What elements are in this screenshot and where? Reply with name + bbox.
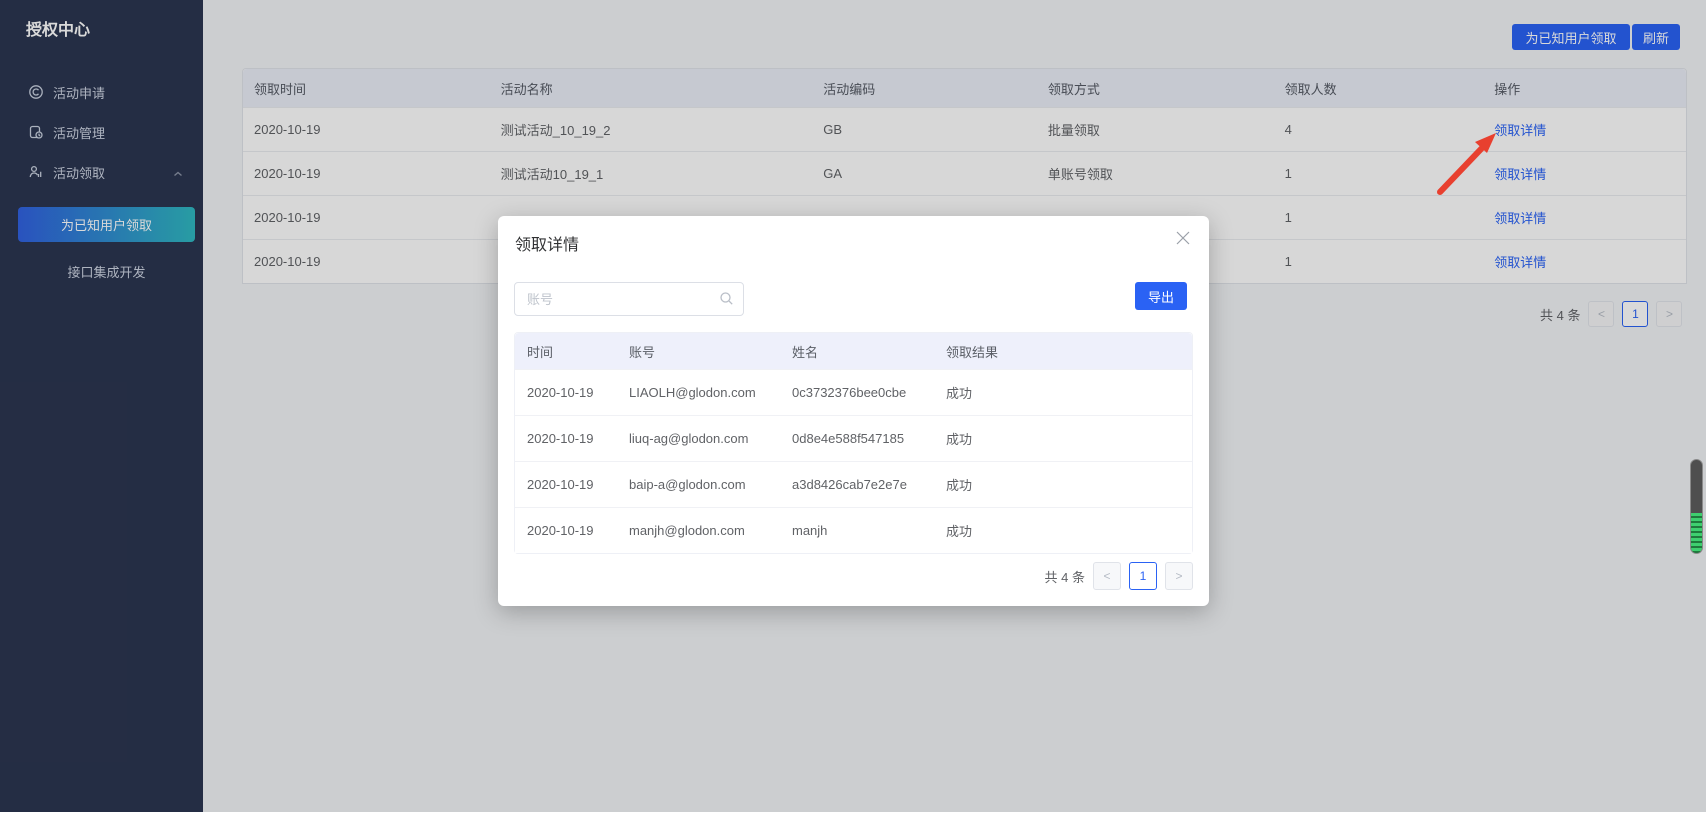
detail-table-header: 时间 账号 姓名 领取结果 [515, 333, 1192, 369]
cell-name: 0c3732376bee0cbe [780, 385, 934, 400]
cell-time: 2020-10-19 [515, 523, 617, 538]
claim-detail-table: 时间 账号 姓名 领取结果 2020-10-19 LIAOLH@glodon.c… [514, 332, 1193, 554]
column-header-account: 账号 [617, 342, 780, 361]
cell-name: manjh [780, 523, 934, 538]
modal-pagination: 共 4 条 < 1 > [1045, 562, 1193, 590]
table-row: 2020-10-19 liuq-ag@glodon.com 0d8e4e588f… [515, 415, 1192, 461]
cell-name: a3d8426cab7e2e7e [780, 477, 934, 492]
page-bottom-strip [0, 812, 1706, 825]
scrollbar-thumb[interactable] [1690, 459, 1703, 554]
claim-detail-modal: 领取详情 导出 时间 账号 姓名 领取结果 2020-10-19 LIAOLH@… [498, 216, 1209, 606]
column-header-result: 领取结果 [934, 342, 1192, 361]
search-icon [719, 291, 734, 311]
cell-time: 2020-10-19 [515, 477, 617, 492]
column-header-time: 时间 [515, 342, 617, 361]
next-page-button[interactable]: > [1165, 562, 1193, 590]
modal-title: 领取详情 [515, 231, 579, 255]
cell-account: LIAOLH@glodon.com [617, 385, 780, 400]
app-window: 授权中心 活动申请 活动管理 活动领取 [0, 0, 1706, 812]
page-number-button[interactable]: 1 [1129, 562, 1157, 590]
export-button[interactable]: 导出 [1135, 282, 1187, 310]
account-search-field [514, 282, 744, 316]
search-input[interactable] [514, 282, 744, 316]
cell-result: 成功 [934, 383, 1192, 402]
total-count-label: 共 4 条 [1045, 567, 1085, 586]
close-icon[interactable] [1171, 226, 1195, 250]
table-row: 2020-10-19 baip-a@glodon.com a3d8426cab7… [515, 461, 1192, 507]
prev-page-button[interactable]: < [1093, 562, 1121, 590]
cell-name: 0d8e4e588f547185 [780, 431, 934, 446]
cell-result: 成功 [934, 521, 1192, 540]
cell-time: 2020-10-19 [515, 385, 617, 400]
cell-result: 成功 [934, 429, 1192, 448]
table-row: 2020-10-19 manjh@glodon.com manjh 成功 [515, 507, 1192, 553]
cell-account: baip-a@glodon.com [617, 477, 780, 492]
column-header-name: 姓名 [780, 342, 934, 361]
cell-time: 2020-10-19 [515, 431, 617, 446]
cell-account: liuq-ag@glodon.com [617, 431, 780, 446]
cell-result: 成功 [934, 475, 1192, 494]
table-row: 2020-10-19 LIAOLH@glodon.com 0c3732376be… [515, 369, 1192, 415]
cell-account: manjh@glodon.com [617, 523, 780, 538]
scroll-progress-indicator [1691, 513, 1702, 553]
